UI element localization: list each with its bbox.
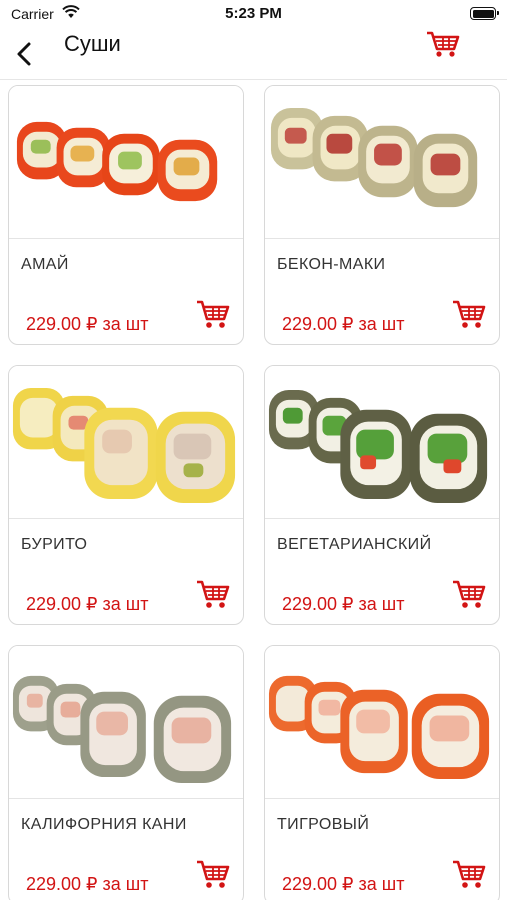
product-name: АМАЙ bbox=[21, 256, 69, 273]
product-image bbox=[265, 366, 499, 519]
product-card[interactable]: АМАЙ 229.00 ₽ за шт bbox=[8, 85, 244, 345]
product-price: 229.00 ₽ за шт bbox=[282, 314, 405, 334]
back-button[interactable] bbox=[12, 40, 38, 68]
navigation-bar: Суши bbox=[0, 28, 507, 80]
product-name: КАЛИФОРНИЯ КАНИ bbox=[21, 816, 187, 833]
cart-icon[interactable] bbox=[426, 30, 460, 58]
add-to-cart-icon[interactable] bbox=[452, 298, 486, 330]
product-image bbox=[9, 646, 243, 799]
product-image bbox=[9, 366, 243, 519]
product-price: 229.00 ₽ за шт bbox=[26, 594, 149, 614]
product-image bbox=[265, 646, 499, 799]
product-image bbox=[9, 86, 243, 239]
product-price: 229.00 ₽ за шт bbox=[26, 874, 149, 894]
add-to-cart-icon[interactable] bbox=[196, 858, 230, 890]
product-card[interactable]: КАЛИФОРНИЯ КАНИ 229.00 ₽ за шт bbox=[8, 645, 244, 900]
product-price: 229.00 ₽ за шт bbox=[282, 874, 405, 894]
product-card[interactable]: ТИГРОВЫЙ 229.00 ₽ за шт bbox=[264, 645, 500, 900]
product-image bbox=[265, 86, 499, 239]
product-card[interactable]: БУРИТО 229.00 ₽ за шт bbox=[8, 365, 244, 625]
product-price: 229.00 ₽ за шт bbox=[26, 314, 149, 334]
product-price: 229.00 ₽ за шт bbox=[282, 594, 405, 614]
product-name: БУРИТО bbox=[21, 536, 88, 553]
battery-icon bbox=[470, 7, 499, 20]
add-to-cart-icon[interactable] bbox=[196, 578, 230, 610]
status-bar: Carrier 5:23 PM bbox=[0, 0, 507, 28]
add-to-cart-icon[interactable] bbox=[196, 298, 230, 330]
product-name: БЕКОН-МАКИ bbox=[277, 256, 386, 273]
product-card[interactable]: БЕКОН-МАКИ 229.00 ₽ за шт bbox=[264, 85, 500, 345]
add-to-cart-icon[interactable] bbox=[452, 578, 486, 610]
page-title: Суши bbox=[64, 31, 121, 56]
product-card[interactable]: ВЕГЕТАРИАНСКИЙ 229.00 ₽ за шт bbox=[264, 365, 500, 625]
status-time: 5:23 PM bbox=[225, 5, 282, 22]
add-to-cart-icon[interactable] bbox=[452, 858, 486, 890]
product-name: ВЕГЕТАРИАНСКИЙ bbox=[277, 536, 432, 553]
product-name: ТИГРОВЫЙ bbox=[277, 816, 370, 833]
